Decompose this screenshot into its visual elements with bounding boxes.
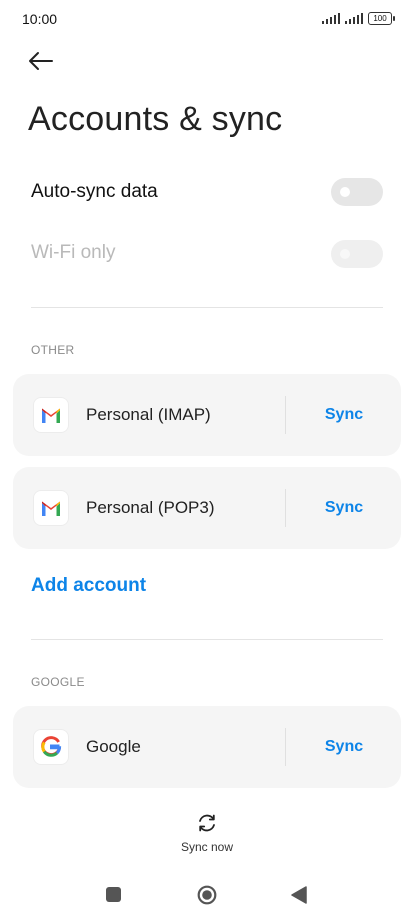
auto-sync-label: Auto-sync data: [31, 181, 158, 202]
divider: [31, 639, 383, 640]
section-header-other: OTHER: [31, 343, 75, 357]
signal-icon: [322, 13, 340, 24]
divider: [31, 307, 383, 308]
wifi-only-label: Wi-Fi only: [31, 242, 116, 263]
sync-button[interactable]: Sync: [309, 738, 379, 756]
home-icon[interactable]: [197, 885, 217, 905]
section-header-google: GOOGLE: [31, 675, 85, 689]
divider: [285, 728, 286, 766]
divider: [285, 396, 286, 434]
arrow-left-icon[interactable]: [24, 46, 58, 76]
account-name: Personal (IMAP): [86, 405, 211, 424]
gmail-icon: [33, 490, 69, 526]
system-icons: 100: [322, 12, 395, 25]
sync-now-button[interactable]: Sync now: [157, 812, 257, 854]
toggle-knob: [340, 249, 350, 259]
sync-button[interactable]: Sync: [309, 406, 379, 424]
toggle-knob: [340, 187, 350, 197]
google-icon: [33, 729, 69, 765]
add-account-button[interactable]: Add account: [31, 575, 146, 597]
battery-icon: 100: [368, 12, 395, 25]
sync-button[interactable]: Sync: [309, 499, 379, 517]
account-name: Google: [86, 737, 141, 756]
signal-icon: [345, 13, 363, 24]
sync-icon: [199, 814, 215, 832]
recents-icon[interactable]: [106, 887, 121, 902]
account-card-google[interactable]: Google Sync: [13, 706, 401, 788]
account-name: Personal (POP3): [86, 498, 215, 517]
account-card-pop3[interactable]: Personal (POP3) Sync: [13, 467, 401, 549]
gmail-icon: [33, 397, 69, 433]
navigation-bar: [0, 878, 414, 912]
page-title: Accounts & sync: [28, 100, 283, 138]
status-bar: 10:00 100: [0, 0, 414, 38]
divider: [285, 489, 286, 527]
wifi-only-toggle: [331, 240, 383, 268]
back-icon[interactable]: [290, 885, 308, 905]
status-time: 10:00: [22, 11, 58, 27]
account-card-imap[interactable]: Personal (IMAP) Sync: [13, 374, 401, 456]
sync-now-label: Sync now: [180, 840, 234, 854]
auto-sync-toggle[interactable]: [331, 178, 383, 206]
